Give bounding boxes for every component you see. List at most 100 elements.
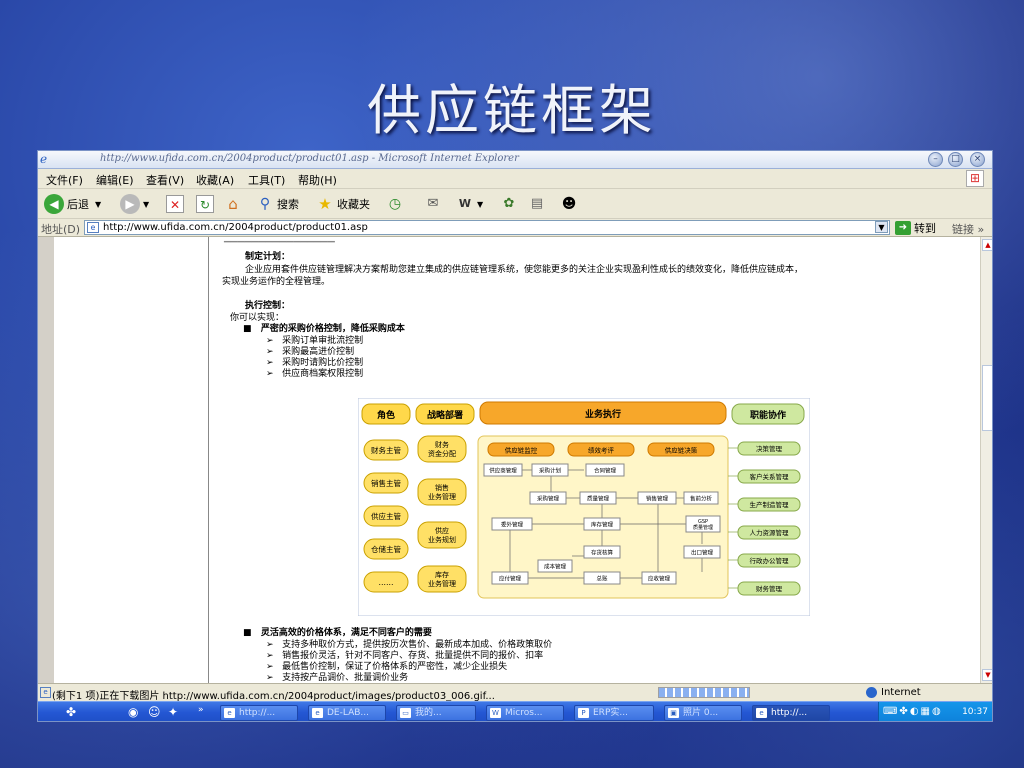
scroll-up-icon[interactable]: ▲	[982, 239, 992, 251]
history-button[interactable]: ◷	[386, 193, 407, 215]
list-item-text: 采购时请购比价控制	[282, 358, 364, 368]
list-item: ➢ 采购订单审批流控制	[266, 336, 364, 346]
history-icon: ◷	[388, 196, 402, 212]
taskbar-button-2[interactable]: e DE-LAB...	[308, 705, 386, 721]
qq-penguin-icon: ☻	[561, 196, 577, 212]
zone-label: Internet	[881, 687, 921, 698]
go-arrow-icon: ➜	[895, 221, 911, 235]
plan-line1: 企业应用套件供应链管理解决方案帮助您建立集成的供应链管理系统，使您能更多的关注企…	[245, 265, 804, 275]
quicklaunch-messenger-icon[interactable]: ☺	[148, 705, 161, 719]
favorites-button[interactable]: ★ 收藏夹	[316, 193, 370, 215]
taskbar-label: 照片 0...	[683, 708, 719, 718]
node-purchase-plan: 采购计划	[539, 467, 561, 475]
func-finance: 财务管理	[756, 584, 783, 593]
section2-title-text: 灵活高效的价格体系，满足不同客户的需要	[260, 628, 432, 638]
refresh-icon: ↻	[196, 195, 214, 213]
page-icon: e	[87, 222, 99, 233]
home-icon: ⌂	[228, 195, 238, 213]
download-progress	[658, 687, 750, 698]
menu-view[interactable]: 查看(V)	[146, 172, 184, 188]
clock[interactable]: 10:37	[962, 707, 988, 717]
list-item: ➢ 采购最高进价控制	[266, 347, 355, 357]
refresh-button[interactable]: ↻	[196, 193, 217, 215]
menu-file[interactable]: 文件(F)	[46, 172, 83, 188]
maximize-icon[interactable]: □	[948, 152, 963, 167]
address-input[interactable]: e http://www.ufida.com.cn/2004product/pr…	[84, 220, 890, 235]
mail-button[interactable]: ✉	[424, 193, 445, 215]
taskbar-label: ERP实...	[593, 708, 628, 718]
go-button[interactable]: ➜ 转到	[895, 220, 936, 236]
menu-tools[interactable]: 工具(T)	[248, 172, 285, 188]
edit-dropdown-icon[interactable]: ▼	[477, 200, 483, 209]
toolbar: ◀ 后退 ▼ ▶ ▼ ✕ ↻ ⌂ ⚲ 搜索 ★ 收藏夹 ◷ ✉ W ▼ ✿ ▤ …	[38, 189, 992, 219]
messenger-button[interactable]: ✿	[500, 193, 521, 215]
edit-button[interactable]: W ▼	[456, 193, 483, 215]
address-dropdown-icon[interactable]: ▼	[875, 221, 888, 233]
taskbar-label: http://...	[239, 708, 276, 718]
taskbar-button-7[interactable]: e http://...	[752, 705, 830, 721]
page-content: ▁▁▁▁▁▁▁▁▁▁▁▁▁▁▁▁ 制定计划： 企业应用套件供应链管理解决方案帮助…	[38, 237, 980, 683]
cut-off-line: ▁▁▁▁▁▁▁▁▁▁▁▁▁▁▁▁	[224, 237, 335, 243]
list-item-text: 支持多种取价方式，提供按历次售价、最新成本加成、价格政策取价	[282, 640, 553, 650]
minimize-icon[interactable]: –	[928, 152, 943, 167]
taskbar-button-3[interactable]: ▭ 我的...	[396, 705, 476, 721]
taskbar-button-1[interactable]: e http://...	[220, 705, 298, 721]
list-item: ➢ 采购时请购比价控制	[266, 358, 364, 368]
list-item-text: 销售报价灵活，针对不同客户、存货、批量提供不同的报价、扣率	[282, 651, 544, 661]
quicklaunch-firefox-icon[interactable]: ✦	[168, 705, 178, 719]
home-button[interactable]: ⌂	[224, 193, 245, 215]
list-item: ➢ 供应商档案权限控制	[266, 369, 364, 379]
taskbar-button-6[interactable]: ▣ 照片 0...	[664, 705, 742, 721]
go-label: 转到	[914, 222, 936, 235]
tray-icons[interactable]: ⌨✤◐▦◍	[883, 706, 943, 717]
search-icon: ⚲	[259, 196, 271, 212]
node-sales: 销售管理	[646, 495, 669, 503]
close-icon[interactable]: ×	[970, 152, 985, 167]
taskbar-label: DE-LAB...	[327, 708, 369, 718]
forward-button[interactable]: ▶ ▼	[120, 193, 149, 215]
menu-bar: 文件(F) 编辑(E) 查看(V) 收藏(A) 工具(T) 帮助(H) ⊞	[38, 169, 992, 189]
content-left-column	[54, 237, 209, 683]
window-title: http://www.ufida.com.cn/2004product/prod…	[100, 153, 519, 164]
node-export: 出口管理	[691, 549, 714, 557]
back-label: 后退	[67, 198, 89, 211]
node-presales: 售前分析	[690, 495, 713, 503]
taskbar-label: Micros...	[505, 708, 543, 718]
vertical-scrollbar[interactable]: ▲ ▼	[980, 237, 992, 683]
research-icon: ▤	[530, 196, 544, 211]
forward-dropdown-icon[interactable]: ▼	[143, 200, 149, 209]
start-logo-icon[interactable]: ✤	[66, 705, 76, 719]
research-button[interactable]: ▤	[528, 193, 549, 215]
menu-edit[interactable]: 编辑(E)	[96, 172, 134, 188]
back-dropdown-icon[interactable]: ▼	[95, 200, 101, 209]
taskbar: ✤ ◉ ☺ ✦ » e http://... e DE-LAB... ▭ 我的... …	[38, 701, 992, 721]
ie-taskbar-icon: e	[224, 708, 235, 718]
word-taskbar-icon: W	[490, 708, 501, 718]
back-button[interactable]: ◀ 后退 ▼	[44, 193, 101, 215]
exec-intro: 你可以实现：	[230, 313, 285, 323]
qq-button[interactable]: ☻	[560, 193, 581, 215]
folder-taskbar-icon: ▭	[400, 708, 411, 718]
menu-favorites[interactable]: 收藏(A)	[196, 172, 234, 188]
window-titlebar[interactable]: ℯ http://www.ufida.com.cn/2004product/pr…	[38, 151, 992, 169]
taskbar-button-4[interactable]: W Micros...	[486, 705, 564, 721]
status-text: (剩下1 项)正在下载图片 http://www.ufida.com.cn/20…	[52, 691, 495, 702]
taskbar-button-5[interactable]: P ERP实...	[574, 705, 654, 721]
quicklaunch-desktop-icon[interactable]: ◉	[128, 705, 138, 719]
star-icon: ★	[318, 195, 332, 213]
list-item: ➢ 最低售价控制，保证了价格体系的严密性，减少企业损失	[266, 662, 508, 672]
forward-arrow-icon: ▶	[120, 194, 140, 214]
scroll-down-icon[interactable]: ▼	[982, 669, 992, 681]
plan-title: 制定计划：	[245, 252, 291, 262]
menu-help[interactable]: 帮助(H)	[298, 172, 337, 188]
role-warehouse: 仓储主管	[371, 544, 401, 554]
plan-line2: 实现业务运作的全程管理。	[222, 277, 331, 287]
scroll-thumb[interactable]	[982, 365, 992, 431]
list-item: ➢ 支持多种取价方式，提供按历次售价、最新成本加成、价格政策取价	[266, 640, 553, 650]
node-stock-accounting: 存货核算	[591, 549, 614, 557]
pill-assessment: 绩效考评	[588, 446, 615, 455]
quicklaunch-more-icon[interactable]: »	[198, 705, 204, 715]
links-button[interactable]: 链接 »	[952, 221, 984, 237]
stop-button[interactable]: ✕	[166, 193, 187, 215]
search-button[interactable]: ⚲ 搜索	[256, 193, 299, 215]
